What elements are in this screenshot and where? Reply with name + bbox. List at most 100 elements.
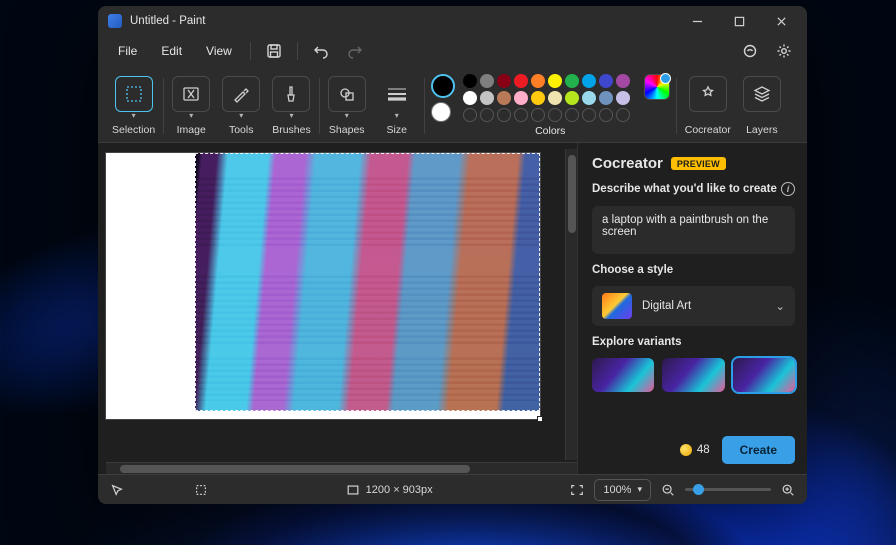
color-swatch[interactable] xyxy=(599,74,613,88)
color-swatch[interactable] xyxy=(548,91,562,105)
group-cocreator[interactable]: Cocreator xyxy=(679,72,737,140)
variants-label: Explore variants xyxy=(592,336,681,348)
style-label: Choose a style xyxy=(592,264,673,276)
group-brushes[interactable]: ▾ Brushes xyxy=(266,72,317,140)
color-swatch-empty[interactable] xyxy=(480,108,494,122)
resize-handle[interactable] xyxy=(537,416,543,422)
zoom-slider[interactable] xyxy=(685,488,771,491)
variant-1[interactable] xyxy=(592,358,654,392)
cocreator-panel: Cocreator PREVIEW Describe what you'd li… xyxy=(577,143,807,474)
canvas-dims: 1200 × 903px xyxy=(218,483,560,497)
chevron-down-icon: ▾ xyxy=(239,111,243,120)
color-swatch-empty[interactable] xyxy=(463,108,477,122)
color-swatch-empty[interactable] xyxy=(565,108,579,122)
menu-edit[interactable]: Edit xyxy=(151,40,192,62)
primary-color[interactable] xyxy=(431,74,455,98)
zoom-in-button[interactable] xyxy=(781,483,795,497)
color-swatch-empty[interactable] xyxy=(599,108,613,122)
color-swatch-empty[interactable] xyxy=(582,108,596,122)
ribbon: ▾ Selection ▾ Image ▾ Tools ▾ Brushes ▾ … xyxy=(98,66,807,142)
info-icon[interactable]: i xyxy=(781,182,795,196)
group-image[interactable]: ▾ Image xyxy=(166,72,216,140)
panel-title-row: Cocreator PREVIEW xyxy=(592,155,795,172)
secondary-color[interactable] xyxy=(431,102,451,122)
color-swatch[interactable] xyxy=(565,74,579,88)
color-palette xyxy=(463,74,630,122)
color-swatch-empty[interactable] xyxy=(531,108,545,122)
style-header: Choose a style xyxy=(592,264,795,276)
color-swatch[interactable] xyxy=(616,74,630,88)
group-tools[interactable]: ▾ Tools xyxy=(216,72,266,140)
redo-button[interactable] xyxy=(340,38,370,64)
horizontal-scrollbar[interactable] xyxy=(106,462,577,474)
create-button[interactable]: Create xyxy=(722,436,795,464)
color-swatch[interactable] xyxy=(480,74,494,88)
color-swatch[interactable] xyxy=(548,74,562,88)
chevron-down-icon: ▾ xyxy=(189,111,193,120)
group-colors: Colors xyxy=(427,72,674,140)
zoom-out-button[interactable] xyxy=(661,483,675,497)
window-title: Untitled - Paint xyxy=(130,15,205,27)
status-bar: 1200 × 903px 100% ▾ xyxy=(98,474,807,504)
preview-badge: PREVIEW xyxy=(671,157,726,170)
color-swatch-empty[interactable] xyxy=(548,108,562,122)
dims-value: 1200 × 903px xyxy=(366,484,433,496)
fit-button[interactable] xyxy=(570,483,584,497)
minimize-button[interactable] xyxy=(677,7,717,35)
titlebar[interactable]: Untitled - Paint xyxy=(98,6,807,36)
save-button[interactable] xyxy=(259,38,289,64)
color-picker-button[interactable] xyxy=(644,74,670,100)
color-swatch[interactable] xyxy=(582,91,596,105)
color-swatch-empty[interactable] xyxy=(616,108,630,122)
chevron-down-icon: ▾ xyxy=(395,111,399,120)
color-swatch[interactable] xyxy=(514,74,528,88)
color-swatch[interactable] xyxy=(480,91,494,105)
close-button[interactable] xyxy=(761,7,801,35)
color-swatch[interactable] xyxy=(497,74,511,88)
canvas[interactable] xyxy=(106,153,540,419)
selection-size xyxy=(194,483,208,497)
color-swatch[interactable] xyxy=(514,91,528,105)
zoom-select[interactable]: 100% ▾ xyxy=(594,479,651,501)
group-selection[interactable]: ▾ Selection xyxy=(106,72,161,140)
describe-header: Describe what you'd like to create i xyxy=(592,182,795,196)
brushes-label: Brushes xyxy=(272,124,311,136)
color-swatch[interactable] xyxy=(565,91,579,105)
color-swatch[interactable] xyxy=(531,91,545,105)
group-layers[interactable]: Layers xyxy=(737,72,787,140)
color-swatch[interactable] xyxy=(616,91,630,105)
coin-icon xyxy=(680,444,692,456)
style-thumbnail xyxy=(602,293,632,319)
color-swatch[interactable] xyxy=(531,74,545,88)
vertical-scrollbar[interactable] xyxy=(565,149,577,460)
color-swatch[interactable] xyxy=(599,91,613,105)
settings-button[interactable] xyxy=(769,38,799,64)
copilot-button[interactable] xyxy=(735,38,765,64)
variants-row xyxy=(592,358,795,392)
menu-view[interactable]: View xyxy=(196,40,242,62)
undo-button[interactable] xyxy=(306,38,336,64)
canvas-area xyxy=(98,143,577,474)
chevron-down-icon: ▾ xyxy=(132,111,136,120)
cursor-position xyxy=(110,483,124,497)
color-swatch[interactable] xyxy=(463,74,477,88)
color-swatch[interactable] xyxy=(497,91,511,105)
credits-value: 48 xyxy=(697,444,710,456)
variant-3[interactable] xyxy=(733,358,795,392)
layers-label: Layers xyxy=(746,124,778,136)
menu-file[interactable]: File xyxy=(108,40,147,62)
selection-region[interactable] xyxy=(195,153,540,411)
group-shapes[interactable]: ▾ Shapes xyxy=(322,72,372,140)
color-swatch[interactable] xyxy=(582,74,596,88)
workspace: Cocreator PREVIEW Describe what you'd li… xyxy=(98,142,807,474)
color-swatch-empty[interactable] xyxy=(497,108,511,122)
color-swatch[interactable] xyxy=(463,91,477,105)
variant-2[interactable] xyxy=(662,358,724,392)
style-select[interactable]: Digital Art ⌄ xyxy=(592,286,795,326)
maximize-button[interactable] xyxy=(719,7,759,35)
color-swatch-empty[interactable] xyxy=(514,108,528,122)
group-size[interactable]: ▾ Size xyxy=(372,72,422,140)
prompt-input[interactable]: a laptop with a paintbrush on the screen xyxy=(592,206,795,254)
paint-window: Untitled - Paint File Edit View ▾ Select… xyxy=(98,6,807,504)
cocreator-label: Cocreator xyxy=(685,124,731,136)
